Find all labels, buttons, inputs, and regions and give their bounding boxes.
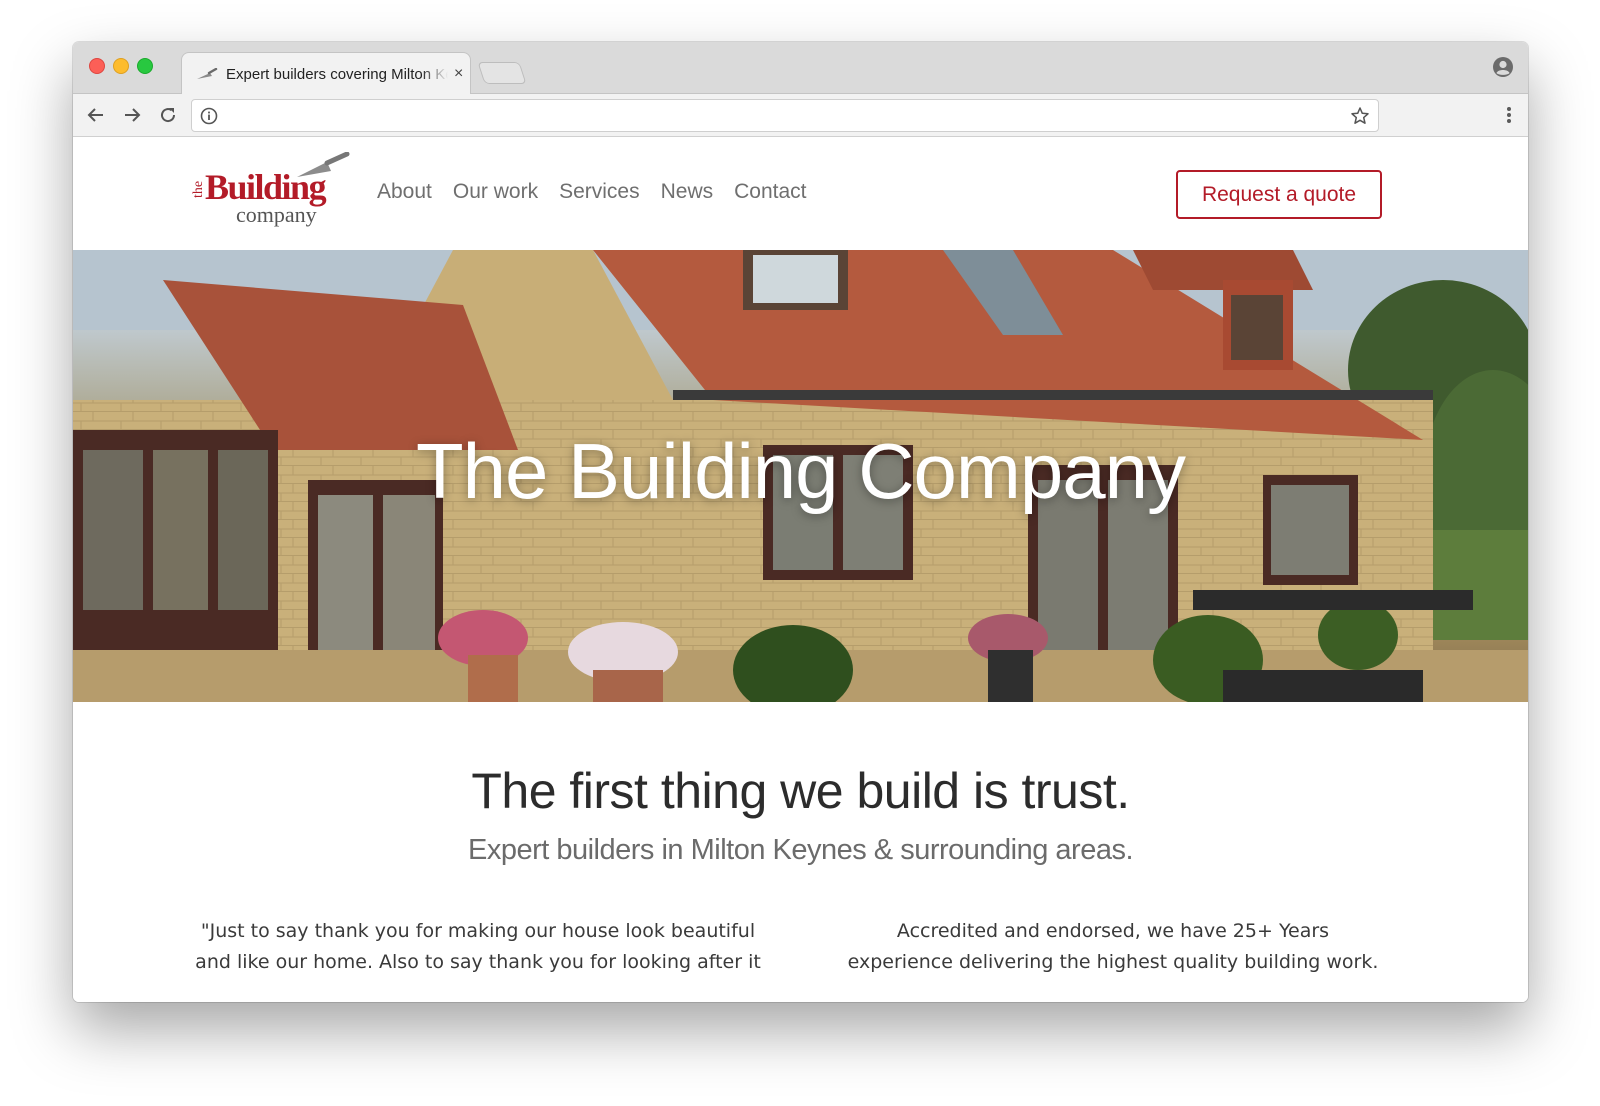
profile-icon[interactable]	[1492, 56, 1514, 78]
accreditation-text: Accredited and endorsed, we have 25+ Yea…	[818, 916, 1408, 978]
site-header: the Building company About Our work Serv…	[73, 138, 1528, 250]
hero-title: The Building Company	[415, 427, 1186, 515]
testimonial-line: "Just to say thank you for making our ho…	[200, 920, 756, 942]
nav-contact[interactable]: Contact	[734, 180, 806, 204]
star-icon[interactable]	[1350, 106, 1370, 126]
trowel-icon	[297, 152, 350, 177]
tab-title: Expert builders covering Milton Keynes	[226, 65, 448, 83]
menu-icon[interactable]	[1504, 104, 1514, 126]
intro-title: The first thing we build is trust.	[471, 763, 1130, 819]
browser-tab[interactable]: Expert builders covering Milton Keynes ×	[181, 52, 471, 95]
address-bar[interactable]	[191, 99, 1379, 132]
accreditation-line: experience delivering the highest qualit…	[847, 951, 1379, 973]
reload-icon[interactable]	[157, 104, 179, 126]
nav-about[interactable]: About	[377, 180, 432, 204]
new-tab-button[interactable]	[477, 62, 527, 84]
testimonial-line: and like our home. Also to say thank you…	[195, 951, 761, 973]
favicon-trowel-icon	[196, 67, 218, 81]
nav-our-work[interactable]: Our work	[453, 180, 538, 204]
site-logo[interactable]: the Building company	[191, 152, 351, 234]
info-icon[interactable]	[200, 107, 218, 125]
browser-window: Expert builders covering Milton Keynes ×	[73, 42, 1528, 1002]
maximize-window-button[interactable]	[137, 58, 153, 74]
testimonial-text: "Just to say thank you for making our ho…	[183, 916, 773, 978]
back-icon[interactable]	[85, 104, 107, 126]
intro-subtitle: Expert builders in Milton Keynes & surro…	[467, 834, 1134, 866]
tab-strip: Expert builders covering Milton Keynes ×	[73, 42, 1528, 95]
page-viewport: the Building company About Our work Serv…	[73, 138, 1528, 1002]
close-window-button[interactable]	[89, 58, 105, 74]
accreditation-line: Accredited and endorsed, we have 25+ Yea…	[896, 920, 1330, 942]
logo-company-text: company	[236, 202, 317, 227]
request-quote-button[interactable]: Request a quote	[1176, 170, 1382, 219]
tab-close-icon[interactable]: ×	[454, 65, 463, 83]
nav-services[interactable]: Services	[559, 180, 640, 204]
hero-banner: The Building Company	[73, 250, 1528, 702]
browser-toolbar	[73, 94, 1528, 137]
nav-news[interactable]: News	[661, 180, 714, 204]
forward-icon[interactable]	[121, 104, 143, 126]
minimize-window-button[interactable]	[113, 58, 129, 74]
main-nav: About Our work Services News Contact	[377, 180, 807, 204]
